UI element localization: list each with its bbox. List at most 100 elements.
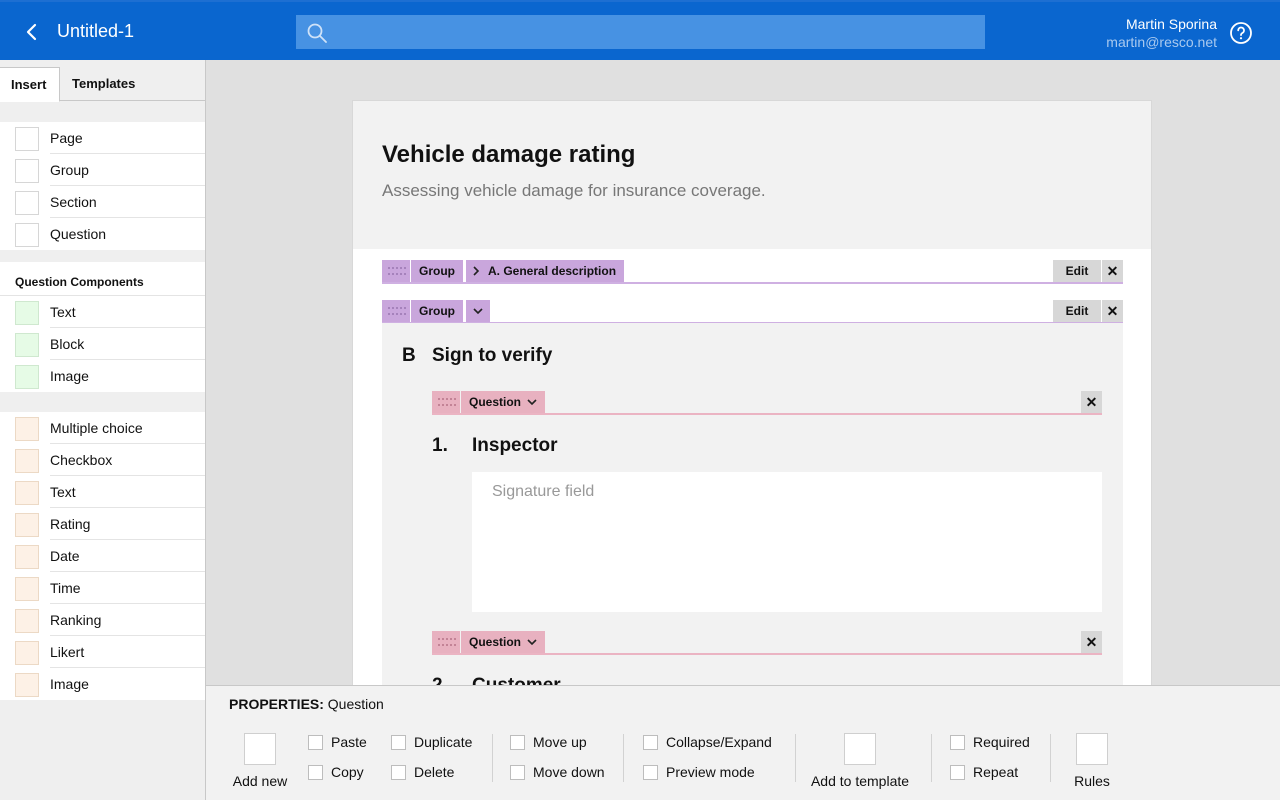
add-new-button[interactable]: Add new xyxy=(232,733,288,789)
search-input[interactable] xyxy=(296,15,985,49)
insert-item-multiple-choice[interactable]: Multiple choice xyxy=(0,412,205,444)
drag-handle-icon[interactable] xyxy=(382,300,410,322)
insert-item-image[interactable]: Image xyxy=(0,668,205,700)
item-label: Likert xyxy=(50,636,205,668)
delete-checkbox xyxy=(391,765,406,780)
insert-item-ranking[interactable]: Ranking xyxy=(0,604,205,636)
form-description[interactable]: Assessing vehicle damage for insurance c… xyxy=(382,181,766,201)
item-swatch xyxy=(15,159,39,183)
question-2-title[interactable]: Customer xyxy=(472,675,561,685)
group-a-edit-button[interactable]: Edit xyxy=(1053,260,1101,282)
question-tag: Question xyxy=(469,395,522,409)
item-swatch xyxy=(15,417,39,441)
divider xyxy=(492,734,493,782)
divider xyxy=(795,734,796,782)
divider xyxy=(623,734,624,782)
item-swatch xyxy=(15,641,39,665)
form-header[interactable]: Vehicle damage rating Assessing vehicle … xyxy=(353,101,1151,249)
item-swatch xyxy=(15,577,39,601)
group-expand-toggle[interactable]: A. General description xyxy=(466,260,625,282)
item-label: Group xyxy=(50,154,205,186)
insert-item-group[interactable]: Group xyxy=(0,154,205,186)
move-up-checkbox xyxy=(510,735,525,750)
drag-handle-icon[interactable] xyxy=(432,631,460,653)
group-b-toolbar: Group Edit ✕ xyxy=(382,300,1123,324)
question-number: 1. xyxy=(432,435,448,456)
question-1-title[interactable]: Inspector xyxy=(472,435,558,457)
item-label: Image xyxy=(50,676,89,692)
user-name: Martin Sporina xyxy=(1125,16,1217,32)
group-a-title: A. General description xyxy=(488,264,617,278)
copy-checkbox xyxy=(308,765,323,780)
insert-item-block[interactable]: Block xyxy=(0,328,205,360)
chevron-down-icon xyxy=(527,399,537,406)
item-swatch xyxy=(15,365,39,389)
insert-item-section[interactable]: Section xyxy=(0,186,205,218)
signature-field[interactable]: Signature field xyxy=(472,472,1102,612)
paste-checkbox xyxy=(308,735,323,750)
insert-item-checkbox[interactable]: Checkbox xyxy=(0,444,205,476)
form-page: Vehicle damage rating Assessing vehicle … xyxy=(352,100,1152,685)
app-header: Untitled-1 Martin Sporina martin@resco.n… xyxy=(0,0,1280,60)
tab-insert[interactable]: Insert xyxy=(0,67,60,102)
rules-icon xyxy=(1076,733,1108,765)
item-swatch xyxy=(15,127,39,151)
required-label: Required xyxy=(973,734,1030,750)
delete-label: Delete xyxy=(414,764,455,780)
question-2-close-icon[interactable]: ✕ xyxy=(1081,631,1102,653)
help-icon[interactable] xyxy=(1229,21,1253,45)
item-label: Image xyxy=(50,368,89,384)
question-1-close-icon[interactable]: ✕ xyxy=(1081,391,1102,413)
form-title[interactable]: Vehicle damage rating xyxy=(382,141,635,169)
group-tag: Group xyxy=(411,300,463,322)
rules-button[interactable]: Rules xyxy=(1069,733,1115,789)
insert-item-image-block[interactable]: Image xyxy=(0,360,205,392)
insert-panel: Insert Templates Page Group Section Ques… xyxy=(0,60,206,800)
add-new-label: Add new xyxy=(232,773,288,789)
chevron-right-icon xyxy=(473,266,480,276)
duplicate-checkbox xyxy=(391,735,406,750)
insert-item-time[interactable]: Time xyxy=(0,572,205,604)
insert-item-question[interactable]: Question xyxy=(0,218,205,250)
item-label: Question xyxy=(50,226,107,242)
group-tag: Group xyxy=(411,260,463,282)
insert-item-page[interactable]: Page xyxy=(0,122,205,154)
item-swatch xyxy=(15,333,39,357)
item-swatch xyxy=(15,191,39,215)
drag-handle-icon[interactable] xyxy=(382,260,410,282)
item-label: Time xyxy=(50,572,205,604)
components-list: Question Components Text Block Image xyxy=(0,262,205,392)
item-label: Multiple choice xyxy=(50,412,205,444)
question-type-dropdown[interactable]: Question xyxy=(461,631,546,653)
panel-tabs: Insert Templates xyxy=(0,60,205,102)
insert-item-text[interactable]: Text xyxy=(0,476,205,508)
tab-templates[interactable]: Templates xyxy=(72,67,135,101)
collapse-expand-label: Collapse/Expand xyxy=(666,734,772,750)
required-checkbox xyxy=(950,735,965,750)
item-label: Page xyxy=(50,122,205,154)
group-collapse-toggle[interactable] xyxy=(466,300,490,322)
form-canvas: Vehicle damage rating Assessing vehicle … xyxy=(206,60,1280,685)
properties-label: PROPERTIES: xyxy=(229,696,324,712)
back-arrow-icon[interactable] xyxy=(20,20,44,44)
group-b-title[interactable]: Sign to verify xyxy=(432,345,552,367)
insert-item-rating[interactable]: Rating xyxy=(0,508,205,540)
group-b-close-icon[interactable]: ✕ xyxy=(1102,300,1123,322)
group-b-edit-button[interactable]: Edit xyxy=(1053,300,1101,322)
insert-item-likert[interactable]: Likert xyxy=(0,636,205,668)
repeat-checkbox xyxy=(950,765,965,780)
insert-item-text-block[interactable]: Text xyxy=(0,296,205,328)
document-title[interactable]: Untitled-1 xyxy=(57,21,134,42)
question-1-underline xyxy=(432,413,1102,415)
item-label: Rating xyxy=(50,508,205,540)
insert-item-date[interactable]: Date xyxy=(0,540,205,572)
question-tag: Question xyxy=(469,635,522,649)
question-type-dropdown[interactable]: Question xyxy=(461,391,546,413)
drag-handle-icon[interactable] xyxy=(432,391,460,413)
item-swatch xyxy=(15,673,39,697)
question-2-toolbar: Question ✕ xyxy=(432,631,1102,655)
add-to-template-button[interactable]: Add to template xyxy=(808,733,912,789)
divider xyxy=(931,734,932,782)
group-a-close-icon[interactable]: ✕ xyxy=(1102,260,1123,282)
chevron-down-icon xyxy=(527,639,537,646)
